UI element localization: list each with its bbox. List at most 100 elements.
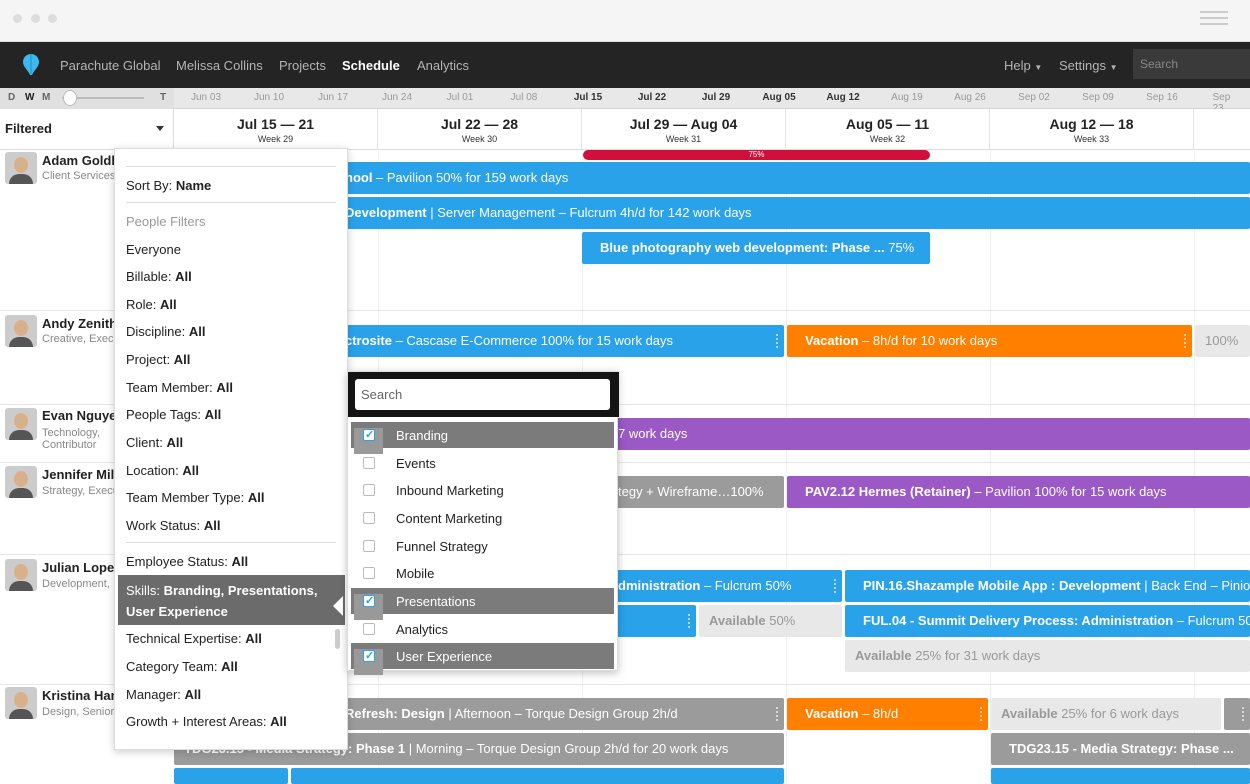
filter-toggle[interactable]: Filtered [0, 109, 174, 150]
vacation-bar[interactable]: Vacation – 8h/d [787, 698, 988, 730]
filter-role[interactable]: Role: All [126, 297, 177, 312]
caret-down-icon: ▼ [1034, 63, 1043, 72]
assignment-bar[interactable]: TDG23.15 - Media Strategy: Phase ... [991, 733, 1250, 765]
timeline-date: Jun 17 [317, 92, 349, 103]
assignment-bar[interactable]: Blue photography web development: Phase … [582, 232, 930, 264]
checkbox-icon[interactable] [363, 512, 375, 524]
filter-project[interactable]: Project: All [126, 352, 190, 367]
zoom-day[interactable]: D [8, 92, 15, 103]
timeline-date: Jul 22 [637, 92, 667, 103]
dropdown-scrollbar[interactable] [335, 629, 340, 649]
nav-settings[interactable]: Settings ▼ [1059, 58, 1118, 73]
sort-by[interactable]: Sort By: Name [126, 178, 211, 193]
nav-schedule[interactable]: Schedule [342, 58, 400, 73]
parachute-logo-icon[interactable] [22, 53, 40, 80]
assignment-bar[interactable]: dministration – Fulcrum 50% [608, 570, 842, 602]
checkbox-icon[interactable] [363, 484, 375, 496]
nav-analytics[interactable]: Analytics [417, 58, 469, 73]
skill-option-analytics[interactable]: Analytics [351, 616, 614, 642]
skills-search-input[interactable]: Search [355, 379, 610, 410]
filter-people-tags[interactable]: People Tags: All [126, 407, 221, 422]
availability-bar[interactable]: Available 50% [699, 605, 842, 637]
checkbox-icon[interactable] [363, 457, 375, 469]
person-name: Jennifer Mill [42, 467, 118, 482]
checkbox-icon[interactable] [363, 567, 375, 579]
assignment-bar[interactable]: hool – Pavilion 50% for 159 work days [335, 162, 1250, 194]
zoom-t[interactable]: T [160, 92, 166, 103]
nav-parachute-global[interactable]: Parachute Global [60, 58, 160, 73]
assignment-bar[interactable] [1224, 698, 1250, 730]
filter-category-team[interactable]: Category Team: All [126, 659, 238, 674]
zoom-month[interactable]: M [42, 92, 50, 103]
timeline-date: Jul 29 [701, 92, 731, 103]
assignment-bar[interactable]: Development | Server Management – Fulcru… [335, 197, 1250, 229]
skill-option-mobile[interactable]: Mobile [351, 560, 614, 586]
nav-search-input[interactable]: Search [1133, 49, 1250, 79]
divider [126, 542, 336, 543]
filter-team-member[interactable]: Team Member: All [126, 380, 233, 395]
checkbox-icon[interactable] [363, 540, 375, 552]
assignment-bar[interactable]: FUL.04 - Summit Delivery Process: Admini… [845, 605, 1250, 637]
assignment-bar[interactable]: Refresh: Design | Afternoon – Torque Des… [335, 698, 784, 730]
filter-employee-status[interactable]: Employee Status: All [126, 554, 248, 569]
skill-option-events[interactable]: Events [351, 450, 614, 476]
assignment-bar[interactable] [174, 768, 288, 784]
window-dot [31, 14, 40, 23]
filter-team-member-type[interactable]: Team Member Type: All [126, 490, 265, 505]
checkbox-checked-icon[interactable] [363, 649, 375, 662]
nav-help[interactable]: Help ▼ [1004, 58, 1042, 73]
timeline-date: Sep 02 [1018, 92, 1050, 103]
zoom-slider-knob[interactable] [63, 90, 77, 106]
person-role: Strategy, Execu [42, 485, 119, 497]
assignment-bar[interactable] [991, 768, 1250, 784]
skill-option-user-experience[interactable]: User Experience [351, 643, 614, 675]
assignment-bar[interactable] [291, 768, 784, 784]
assignment-bar[interactable]: 7 work days [608, 418, 1250, 450]
week-range: Jul 15 — 21 [236, 116, 315, 132]
filter-everyone[interactable]: Everyone [126, 242, 181, 257]
filter-skills[interactable]: Skills: Branding, Presentations, User Ex… [118, 575, 345, 625]
filter-client[interactable]: Client: All [126, 435, 183, 450]
caret-down-icon [156, 126, 164, 131]
filter-technical-expertise[interactable]: Technical Expertise: All [126, 631, 262, 646]
timeline-date: Jul 15 [573, 92, 603, 103]
menu-icon[interactable] [1200, 23, 1228, 25]
assignment-bar[interactable]: PAV2.12 Hermes (Retainer) – Pavilion 100… [787, 476, 1250, 508]
filter-manager[interactable]: Manager: All [126, 687, 201, 702]
skill-option-funnel-strategy[interactable]: Funnel Strategy [351, 533, 614, 559]
availability-bar[interactable]: 100% [1195, 325, 1250, 357]
filter-work-status[interactable]: Work Status: All [126, 518, 220, 533]
checkbox-icon[interactable] [363, 623, 375, 635]
filter-location[interactable]: Location: All [126, 463, 199, 478]
vacation-bar[interactable]: Vacation – 8h/d for 10 work days [787, 325, 1192, 357]
person-name: Evan Nguye [42, 408, 117, 423]
filter-discipline[interactable]: Discipline: All [126, 324, 206, 339]
assignment-bar[interactable]: tegy + Wireframe…100% [608, 476, 784, 508]
week-number: Week 33 [1073, 134, 1110, 144]
assignment-bar[interactable]: PIN.16.Shazample Mobile App : Developmen… [845, 570, 1250, 602]
menu-icon[interactable] [1200, 17, 1228, 19]
week-column: Aug 05 — 11 Week 32 [786, 109, 990, 150]
assignment-bar[interactable] [608, 605, 696, 637]
skill-option-content-marketing[interactable]: Content Marketing [351, 505, 614, 531]
assignment-bar[interactable]: ctrosite – Cascase E-Commerce 100% for 1… [335, 325, 784, 357]
skill-option-presentations[interactable]: Presentations [351, 588, 614, 620]
skill-option-branding[interactable]: Branding [351, 422, 614, 454]
person-name: Adam Goldb [42, 153, 120, 168]
availability-bar[interactable]: Available 25% for 6 work days [991, 698, 1221, 730]
week-column: Jul 15 — 21 Week 29 [174, 109, 378, 150]
availability-bar[interactable]: Available 25% for 31 work days [845, 640, 1250, 672]
person-role: Development, [42, 578, 110, 590]
zoom-week[interactable]: W [25, 92, 34, 103]
filter-growth-interest-areas[interactable]: Growth + Interest Areas: All [126, 714, 287, 729]
checkbox-checked-icon[interactable] [363, 428, 375, 441]
timeline-date: Aug 12 [826, 92, 860, 103]
filter-billable[interactable]: Billable: All [126, 269, 192, 284]
nav-projects[interactable]: Projects [279, 58, 326, 73]
nav-melissa-collins[interactable]: Melissa Collins [176, 58, 263, 73]
skill-option-inbound-marketing[interactable]: Inbound Marketing [351, 477, 614, 503]
week-range: Jul 29 — Aug 04 [629, 116, 738, 132]
timeline-date: Sep 16 [1146, 92, 1178, 103]
menu-icon[interactable] [1200, 11, 1228, 13]
checkbox-checked-icon[interactable] [363, 594, 375, 607]
